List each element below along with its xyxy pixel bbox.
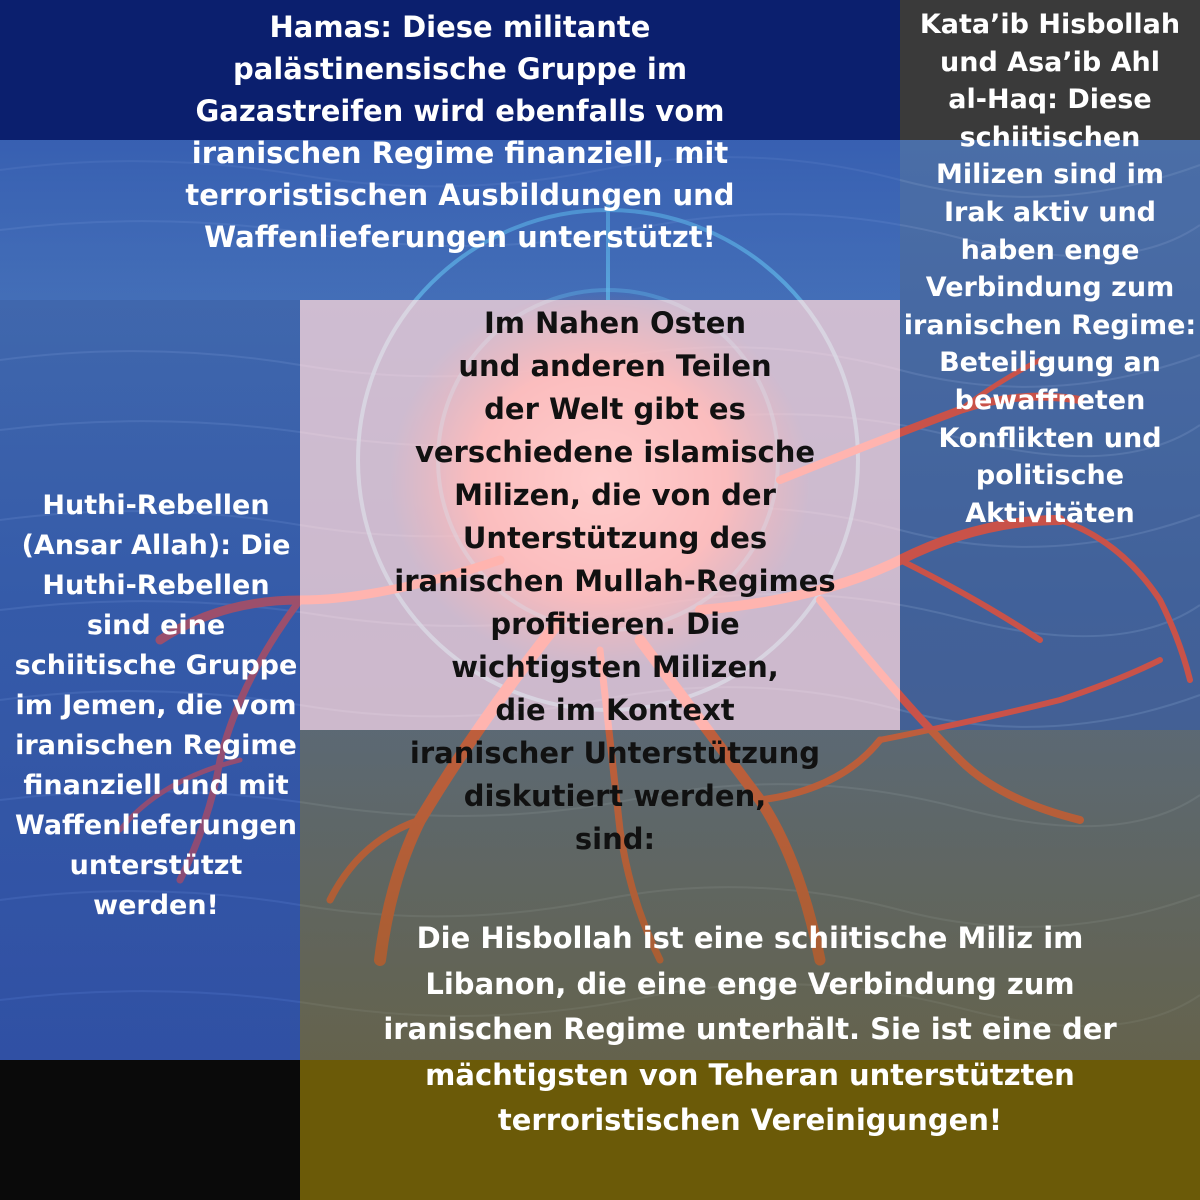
intro-text: Im Nahen Osten und anderen Teilen der We… — [394, 306, 836, 856]
bottom-left-corner-panel — [0, 1060, 300, 1200]
kataib-hisbollah-description: Kata’ib Hisbollah und Asa’ib Ahl al-Haq:… — [903, 9, 1197, 529]
hisbollah-description: Die Hisbollah ist eine schiitische Miliz… — [383, 921, 1117, 1137]
huthi-description: Huthi-Rebellen (Ansar Allah): Die Huthi-… — [14, 490, 298, 921]
hamas-description: Hamas: Diese militante palästinensische … — [185, 10, 735, 254]
background-canvas: Hamas: Diese militante palästinensische … — [0, 0, 1200, 1200]
